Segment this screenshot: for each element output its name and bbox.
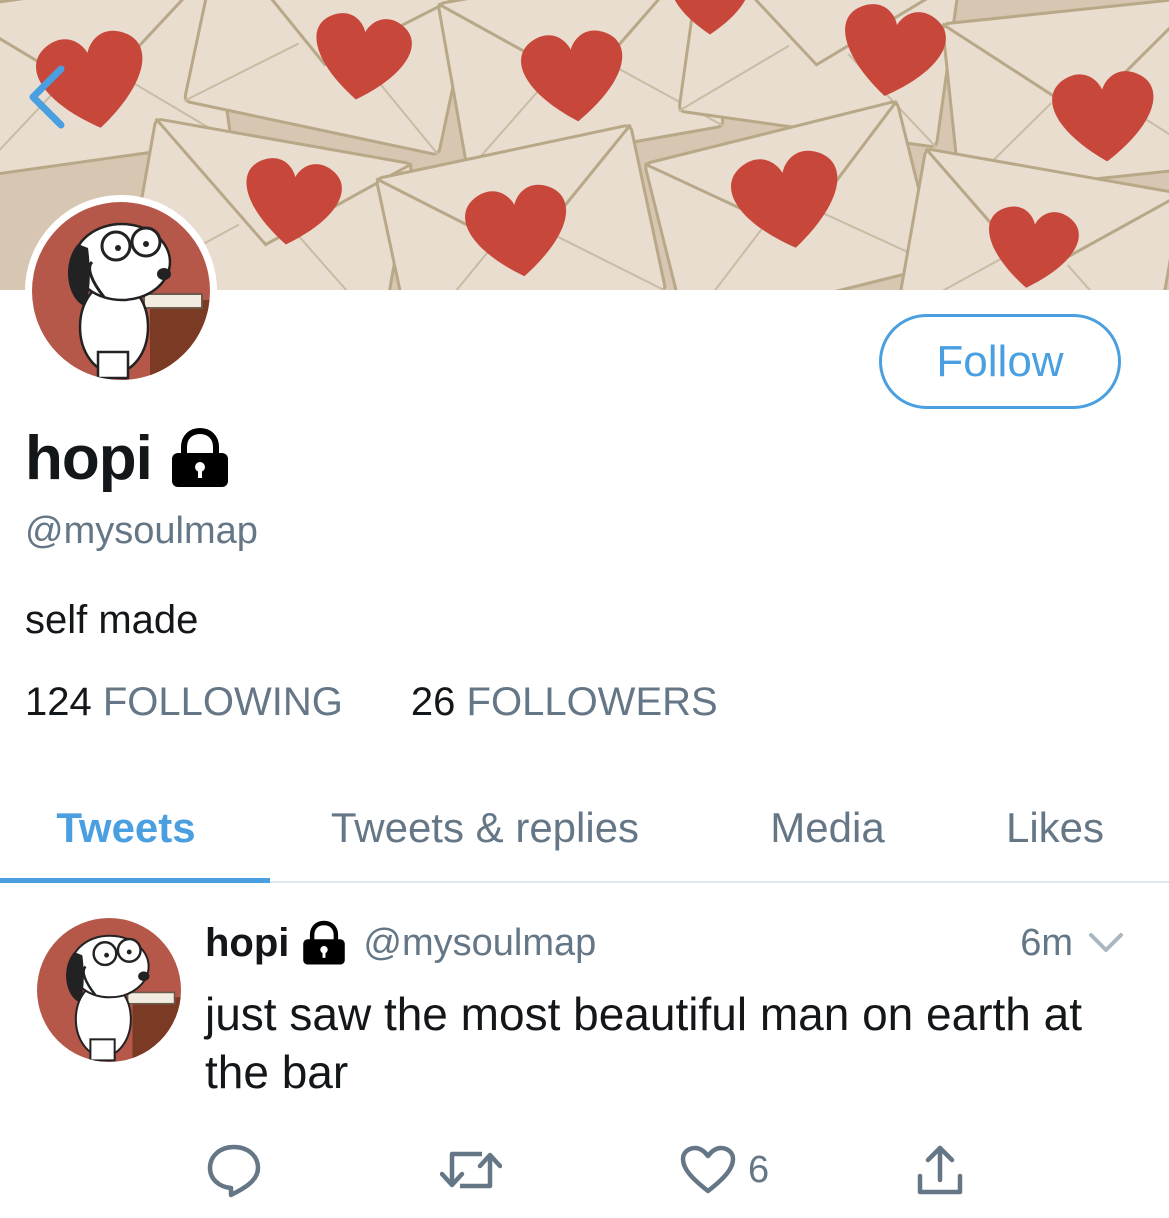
retweet-icon: [440, 1151, 502, 1189]
following-count: 124: [25, 680, 92, 724]
lock-icon: [171, 427, 228, 487]
back-button[interactable]: [22, 62, 72, 132]
profile-bio: self made: [25, 598, 199, 642]
tweet-avatar[interactable]: [37, 918, 181, 1062]
following-label: FOLLOWING: [102, 680, 343, 724]
tab-tweets[interactable]: Tweets: [0, 775, 252, 881]
follow-button[interactable]: Follow: [879, 314, 1121, 409]
display-name-text: hopi: [25, 423, 153, 493]
chevron-left-icon: [29, 65, 65, 129]
reply-icon: [207, 1144, 261, 1198]
like-button[interactable]: 6: [680, 1140, 769, 1200]
tweet-actions: 6: [205, 1140, 1005, 1200]
tweet-author-name[interactable]: hopi: [205, 921, 289, 966]
tweet-text: just saw the most beautiful man on earth…: [205, 988, 1083, 1098]
followers-stat[interactable]: 26 FOLLOWERS: [411, 680, 718, 725]
tweet[interactable]: hopi @mysoulmap 6m just saw the most bea…: [0, 885, 1169, 1218]
like-count: 6: [748, 1148, 770, 1191]
following-stat[interactable]: 124 FOLLOWING: [25, 680, 343, 725]
share-button[interactable]: [915, 1140, 965, 1200]
retweet-button[interactable]: [440, 1140, 514, 1200]
followers-label: FOLLOWERS: [466, 680, 718, 724]
active-tab-indicator: [0, 878, 270, 883]
tab-media[interactable]: Media: [730, 775, 925, 881]
share-icon: [917, 1145, 963, 1195]
tab-tweets-replies[interactable]: Tweets & replies: [290, 775, 680, 881]
lock-icon: [303, 920, 346, 965]
tab-likes[interactable]: Likes: [970, 775, 1140, 881]
profile-stats: 124 FOLLOWING 26 FOLLOWERS: [25, 680, 718, 725]
profile-handle: @mysoulmap: [25, 510, 258, 552]
followers-count: 26: [410, 680, 456, 724]
tweet-header: hopi @mysoulmap: [205, 913, 596, 973]
profile-tabs: Tweets Tweets & replies Media Likes: [0, 775, 1169, 883]
tweet-meta: 6m: [1020, 913, 1125, 973]
reply-button[interactable]: [205, 1140, 275, 1200]
profile-avatar[interactable]: [25, 195, 217, 387]
tweet-author-handle: @mysoulmap: [363, 921, 597, 964]
avatar: [32, 202, 210, 380]
tweet-timestamp: 6m: [1020, 921, 1073, 964]
heart-icon: [680, 1145, 736, 1194]
chevron-down-icon[interactable]: [1087, 931, 1125, 955]
profile-display-name: hopi: [25, 423, 230, 493]
